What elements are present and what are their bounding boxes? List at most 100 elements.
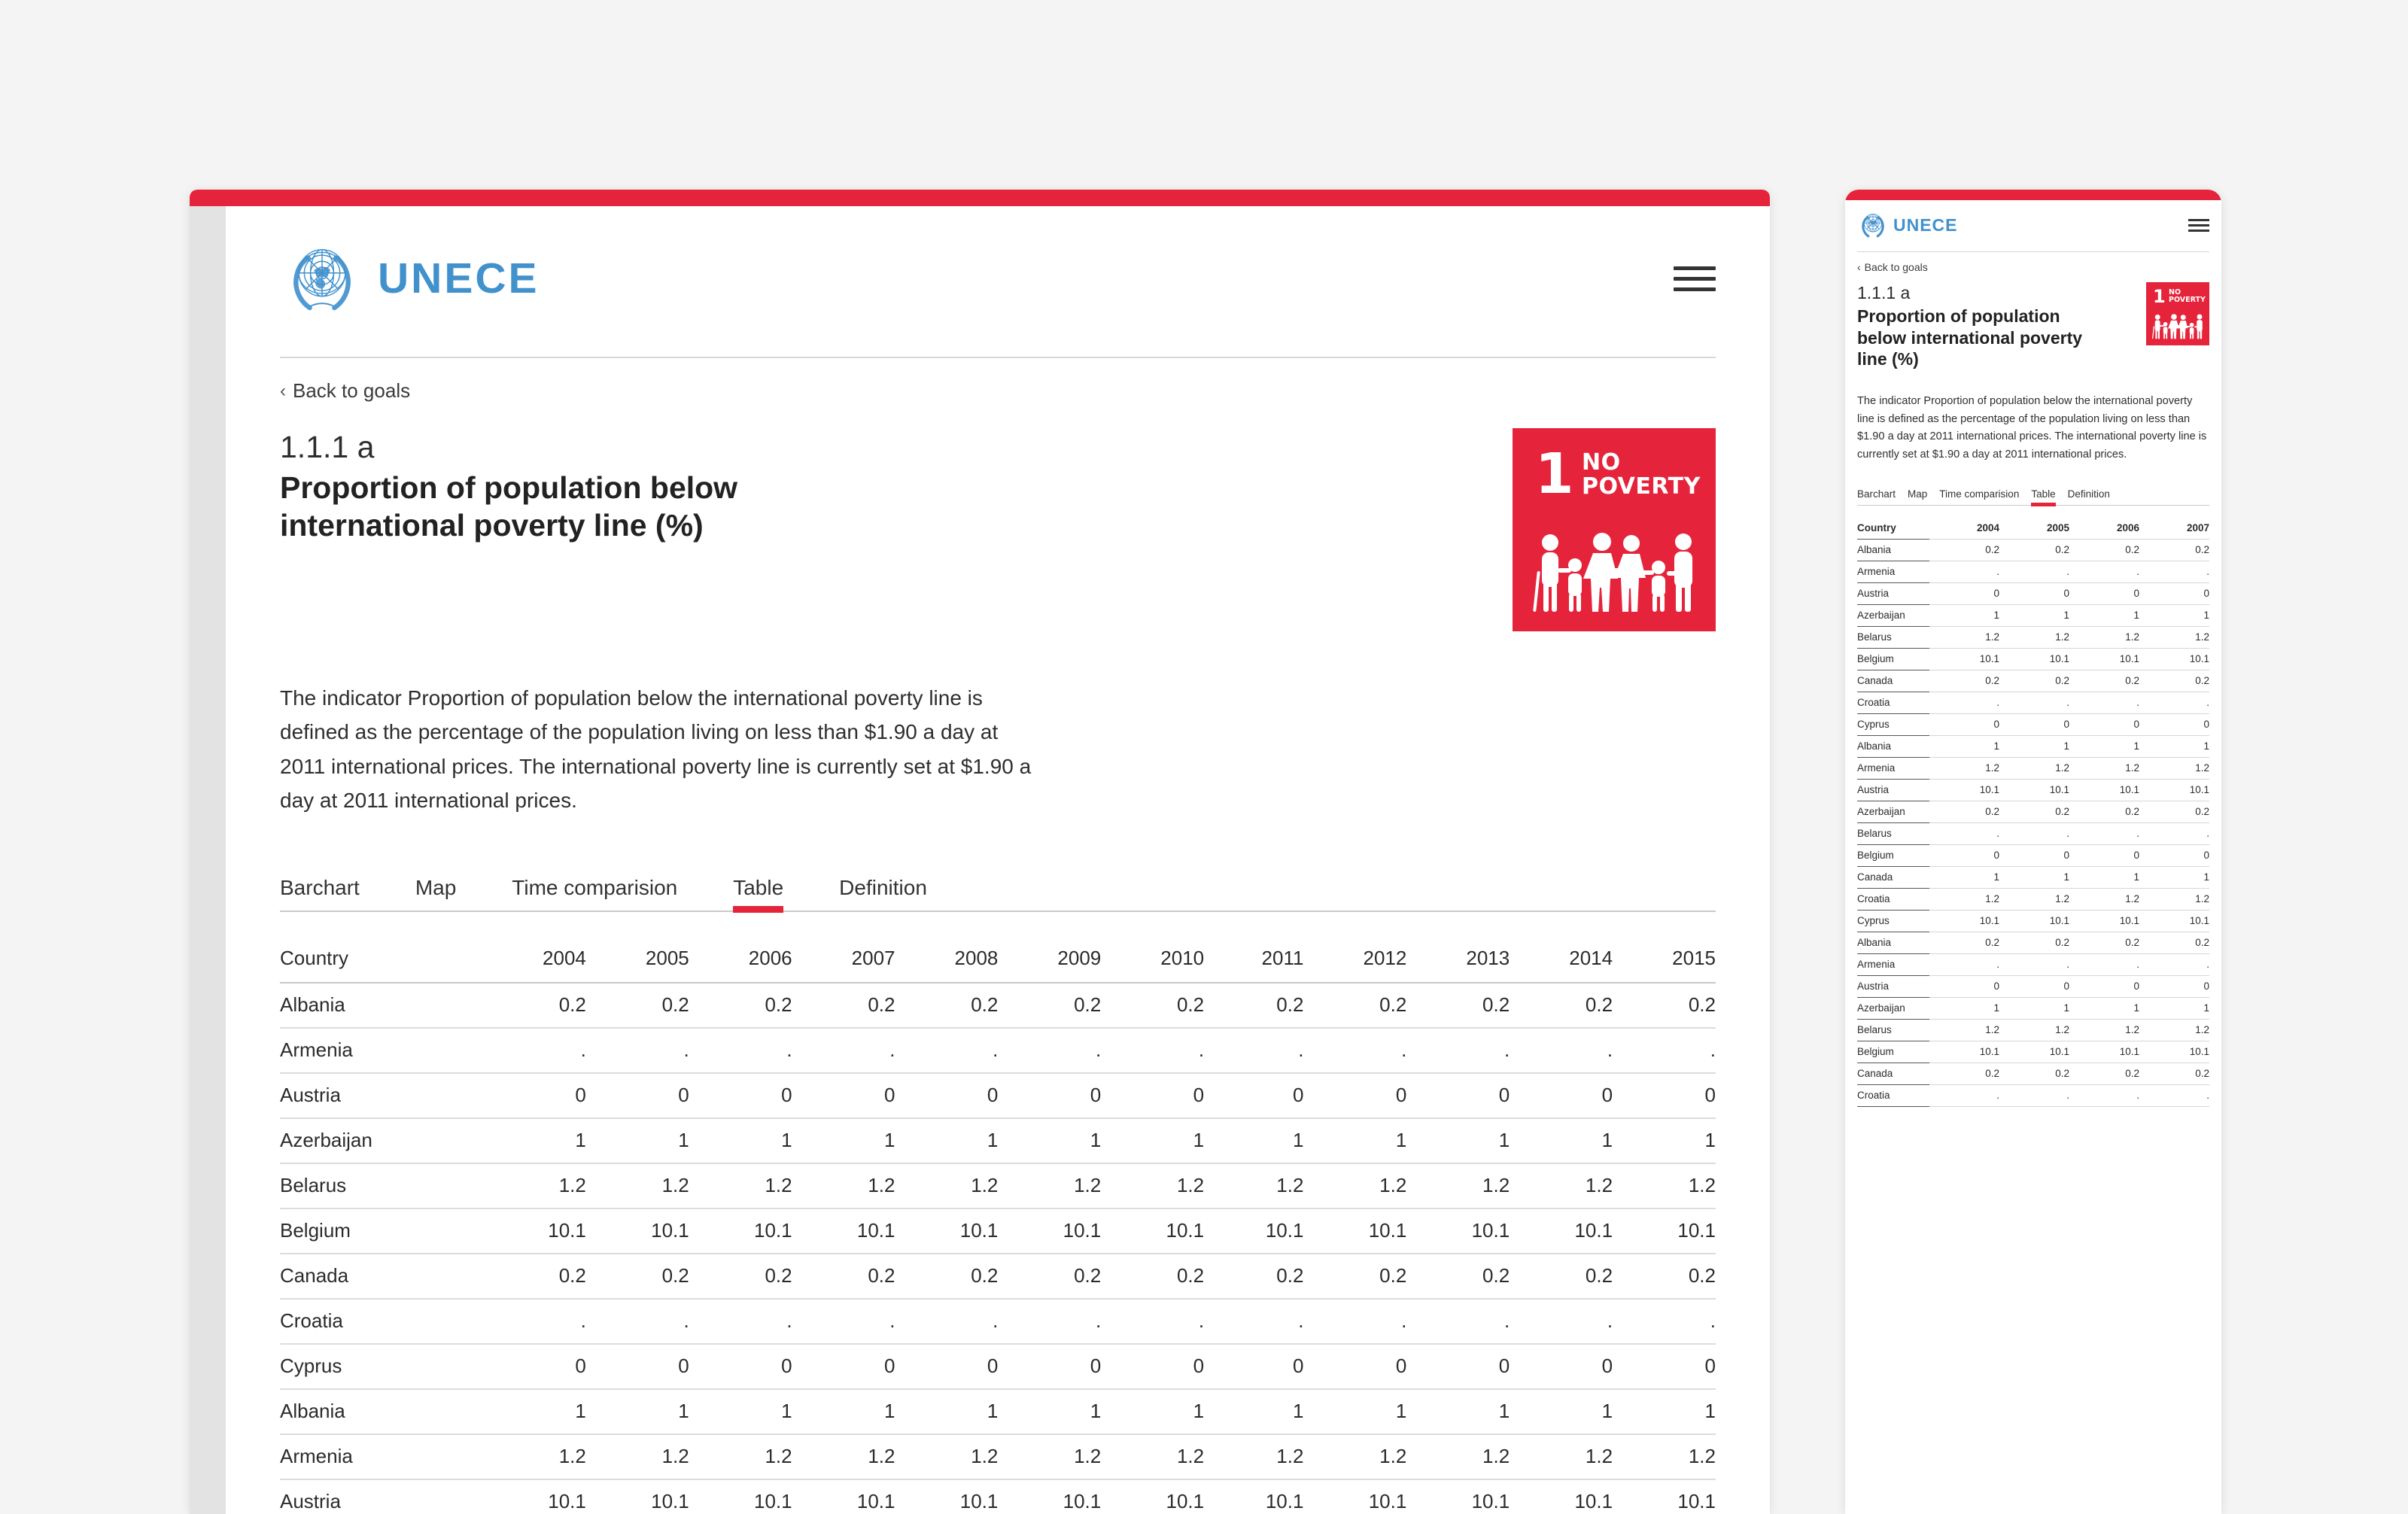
sdg-goal-label-line2: POVERTY xyxy=(2169,296,2206,305)
cell-value: 1.2 xyxy=(1613,1163,1716,1210)
tab-table[interactable]: Table xyxy=(733,876,783,914)
cell-value: . xyxy=(1204,1299,1304,1345)
desktop-page-body: UNECE ‹ Back to goals 1.1.1 a Proportion… xyxy=(226,206,1770,1514)
cell-value: 1 xyxy=(1929,866,1999,889)
column-header-year[interactable]: 2007 xyxy=(2139,517,2209,540)
cell-value: 1 xyxy=(1101,1389,1205,1436)
cell-value: 0.2 xyxy=(895,983,999,1029)
tab-map[interactable]: Map xyxy=(415,876,456,911)
column-header-year[interactable]: 2012 xyxy=(1303,936,1406,983)
cell-value: 0.2 xyxy=(1613,1254,1716,1300)
cell-country: Croatia xyxy=(1857,692,1929,714)
table-head: Country 2004 2005 2006 2007 2008 2009 20… xyxy=(280,936,1716,983)
hamburger-menu-icon[interactable] xyxy=(2188,218,2209,232)
cell-country: Albania xyxy=(280,1389,483,1436)
cell-value: 0 xyxy=(895,1073,999,1120)
column-header-country[interactable]: Country xyxy=(280,936,483,983)
indicator-header: 1.1.1 a Proportion of population below i… xyxy=(280,428,1716,631)
cell-value: 0 xyxy=(1929,975,1999,998)
column-header-year[interactable]: 2014 xyxy=(1510,936,1613,983)
cell-value: 0 xyxy=(1303,1344,1407,1391)
mobile-tab-definition[interactable]: Definition xyxy=(2068,488,2110,505)
column-header-year[interactable]: 2013 xyxy=(1406,936,1510,983)
column-header-year[interactable]: 2004 xyxy=(1929,517,1999,540)
cell-country: Croatia xyxy=(1857,1084,1929,1107)
cell-value: 0 xyxy=(1929,844,1999,867)
table-header-row: Country 2004 2005 2006 2007 2008 2009 20… xyxy=(280,936,1716,983)
tab-time-comparision[interactable]: Time comparision xyxy=(512,876,677,911)
cell-value: 1.2 xyxy=(1204,1434,1304,1481)
cell-value: 10.1 xyxy=(1101,1208,1205,1255)
cell-value: . xyxy=(1929,822,1999,845)
mobile-breadcrumb-back-to-goals[interactable]: ‹ Back to goals xyxy=(1857,261,1928,273)
column-header-year[interactable]: 2006 xyxy=(2069,517,2139,540)
column-header-year[interactable]: 2015 xyxy=(1613,936,1716,983)
cell-value: . xyxy=(792,1299,895,1345)
cell-value: 0.2 xyxy=(998,983,1102,1029)
cell-value: 0 xyxy=(483,1073,586,1120)
cell-value: 1 xyxy=(998,1389,1102,1436)
cell-country: Armenia xyxy=(1857,757,1929,780)
unece-logo[interactable]: UNECE xyxy=(280,241,540,316)
cell-value: 0.2 xyxy=(2139,1063,2209,1085)
mobile-tab-map[interactable]: Map xyxy=(1908,488,1927,505)
column-header-year[interactable]: 2004 xyxy=(483,936,586,983)
column-header-year[interactable]: 2006 xyxy=(689,936,792,983)
cell-value: 1.2 xyxy=(895,1163,999,1210)
cell-country: Cyprus xyxy=(1857,910,1929,932)
column-header-year[interactable]: 2008 xyxy=(895,936,999,983)
table-body: Albania 0.2 0.2 0.2 0.2 0.2 0.2 0.2 0.2 0.2 0.2 0.2… xyxy=(280,983,1716,1514)
cell-value: . xyxy=(998,1299,1102,1345)
cell-country: Austria xyxy=(1857,582,1929,605)
mobile-tab-table[interactable]: Table xyxy=(2031,488,2056,506)
cell-country: Cyprus xyxy=(280,1344,483,1391)
column-header-year[interactable]: 2010 xyxy=(1101,936,1204,983)
cell-value: 1.2 xyxy=(1613,1434,1716,1481)
cell-value: 0.2 xyxy=(1510,1254,1613,1300)
table-row: Canada 1 1 1 1 xyxy=(1857,866,2209,889)
column-header-year[interactable]: 2005 xyxy=(586,936,689,983)
sdg-goal-number: 1 xyxy=(2153,286,2166,307)
cell-value: 1.2 xyxy=(1999,1019,2069,1041)
hamburger-menu-icon[interactable] xyxy=(1674,266,1716,291)
cell-country: Armenia xyxy=(1857,953,1929,976)
cell-value: 1 xyxy=(1204,1389,1304,1436)
column-header-year[interactable]: 2005 xyxy=(1999,517,2069,540)
mobile-tab-barchart[interactable]: Barchart xyxy=(1857,488,1896,505)
column-header-year[interactable]: 2009 xyxy=(998,936,1101,983)
cell-value: 1.2 xyxy=(895,1434,999,1481)
cell-value: . xyxy=(1613,1299,1716,1345)
column-header-year[interactable]: 2007 xyxy=(792,936,895,983)
table-row: Belarus 1.2 1.2 1.2 1.2 xyxy=(1857,626,2209,649)
cell-value: 0.2 xyxy=(585,1254,689,1300)
tab-definition[interactable]: Definition xyxy=(839,876,927,911)
cell-value: 0 xyxy=(1204,1344,1304,1391)
cell-value: 1.2 xyxy=(2069,1019,2139,1041)
column-header-year[interactable]: 2011 xyxy=(1204,936,1304,983)
cell-value: 0 xyxy=(2139,975,2209,998)
table-row: Croatia............ xyxy=(280,1299,1716,1345)
mobile-unece-logo[interactable]: UNECE xyxy=(1857,211,1958,239)
cell-value: 0.2 xyxy=(792,1254,895,1300)
cell-country: Azerbaijan xyxy=(1857,997,1929,1020)
cell-value: 0 xyxy=(1929,582,1999,605)
cell-value: 10.1 xyxy=(1929,779,1999,801)
cell-value: 10.1 xyxy=(792,1479,895,1514)
cell-country: Austria xyxy=(1857,779,1929,801)
mobile-tab-time-comparision[interactable]: Time comparision xyxy=(1939,488,2019,505)
cell-value: 0 xyxy=(1101,1344,1205,1391)
cell-country: Belarus xyxy=(1857,1019,1929,1041)
column-header-country[interactable]: Country xyxy=(1857,517,1929,540)
cell-value: 0.2 xyxy=(2069,670,2139,692)
sdg-goal-label-line1: NO xyxy=(1582,449,1621,476)
cell-value: . xyxy=(1510,1028,1613,1075)
page-title: Proportion of population below internati… xyxy=(280,470,738,543)
cell-value: 0 xyxy=(1613,1073,1716,1120)
cell-value: 0.2 xyxy=(2069,932,2139,954)
breadcrumb-back-to-goals[interactable]: ‹ Back to goals xyxy=(280,379,410,403)
tab-barchart[interactable]: Barchart xyxy=(280,876,360,911)
cell-value: . xyxy=(1929,561,1999,583)
cell-value: 0 xyxy=(2139,844,2209,867)
cell-value: 0.2 xyxy=(1999,801,2069,823)
cell-value: . xyxy=(1999,953,2069,976)
